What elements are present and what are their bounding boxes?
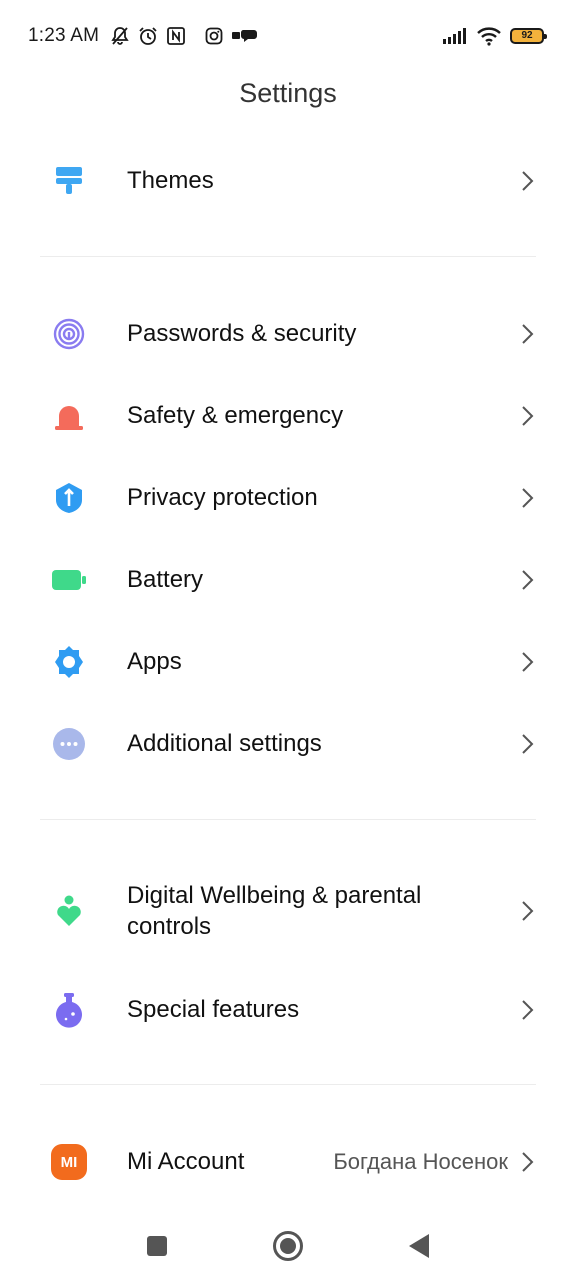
settings-item-privacy-protection[interactable]: Privacy protection xyxy=(0,469,576,527)
settings-item-label-line2: controls xyxy=(127,913,212,940)
chevron-right-icon xyxy=(520,404,536,428)
siren-icon xyxy=(50,397,88,435)
bell-off-icon xyxy=(109,25,131,47)
recents-button[interactable] xyxy=(139,1228,175,1264)
wifi-icon xyxy=(476,25,502,47)
signal-icon xyxy=(442,25,468,47)
chevron-right-icon xyxy=(520,732,536,756)
settings-item-label: Special features xyxy=(127,996,300,1023)
settings-item-digital-wellbeing[interactable]: Digital Wellbeing & parental controls xyxy=(0,876,576,946)
settings-item-apps[interactable]: Apps xyxy=(0,633,576,691)
settings-item-mi-account[interactable]: MI Mi Account Богдана Носенок xyxy=(0,1133,576,1191)
gear-icon xyxy=(50,643,88,681)
divider xyxy=(40,1084,536,1085)
paint-roller-icon xyxy=(50,162,88,200)
back-button[interactable] xyxy=(401,1228,437,1264)
chevron-right-icon xyxy=(520,169,536,193)
settings-item-themes[interactable]: Themes xyxy=(0,152,576,210)
status-right: 92 xyxy=(442,22,547,50)
shield-icon xyxy=(50,479,88,517)
battery-icon xyxy=(50,561,88,599)
chevron-right-icon xyxy=(520,899,536,923)
account-name: Богдана Носенок xyxy=(333,1149,508,1174)
chevron-right-icon xyxy=(520,568,536,592)
settings-item-safety-emergency[interactable]: Safety & emergency xyxy=(0,387,576,445)
chevron-right-icon xyxy=(520,486,536,510)
chevron-right-icon xyxy=(520,650,536,674)
settings-item-special-features[interactable]: Special features xyxy=(0,981,576,1039)
settings-item-label-line1: Digital Wellbeing & parental xyxy=(127,882,422,909)
home-button[interactable] xyxy=(270,1228,306,1264)
mi-logo-icon: MI xyxy=(51,1144,87,1180)
settings-item-battery[interactable]: Battery xyxy=(0,551,576,609)
settings-item-label: Passwords & security xyxy=(127,320,357,347)
chat-icon xyxy=(231,25,259,47)
fingerprint-icon xyxy=(50,315,88,353)
nfc-icon xyxy=(165,25,187,47)
alarm-icon xyxy=(137,25,159,47)
wellbeing-icon xyxy=(50,892,88,930)
settings-item-label: Themes xyxy=(127,167,214,194)
chevron-right-icon xyxy=(520,1150,536,1174)
settings-item-label: Mi Account xyxy=(127,1148,245,1175)
settings-item-label: Privacy protection xyxy=(127,484,318,511)
navigation-bar xyxy=(0,1210,576,1280)
settings-item-passwords-security[interactable]: Passwords & security xyxy=(0,305,576,363)
divider xyxy=(40,819,536,820)
settings-item-label: Safety & emergency xyxy=(127,402,344,429)
settings-item-additional-settings[interactable]: Additional settings xyxy=(0,715,576,773)
status-time: 1:23 AM xyxy=(28,25,100,46)
page-title: Settings xyxy=(239,78,337,108)
battery-level: 92 xyxy=(521,30,533,41)
flask-icon xyxy=(50,991,88,1029)
settings-item-label: Apps xyxy=(127,648,182,675)
settings-item-label: Battery xyxy=(127,566,204,593)
chevron-right-icon xyxy=(520,322,536,346)
divider xyxy=(40,256,536,257)
status-left: 1:23 AM xyxy=(28,22,259,50)
status-bar: 1:23 AM 92 xyxy=(0,0,576,72)
settings-item-label: Additional settings xyxy=(127,730,322,757)
instagram-icon xyxy=(203,25,225,47)
more-icon xyxy=(50,725,88,763)
chevron-right-icon xyxy=(520,998,536,1022)
mi-logo-text: MI xyxy=(60,1153,78,1171)
battery-icon: 92 xyxy=(510,28,547,44)
